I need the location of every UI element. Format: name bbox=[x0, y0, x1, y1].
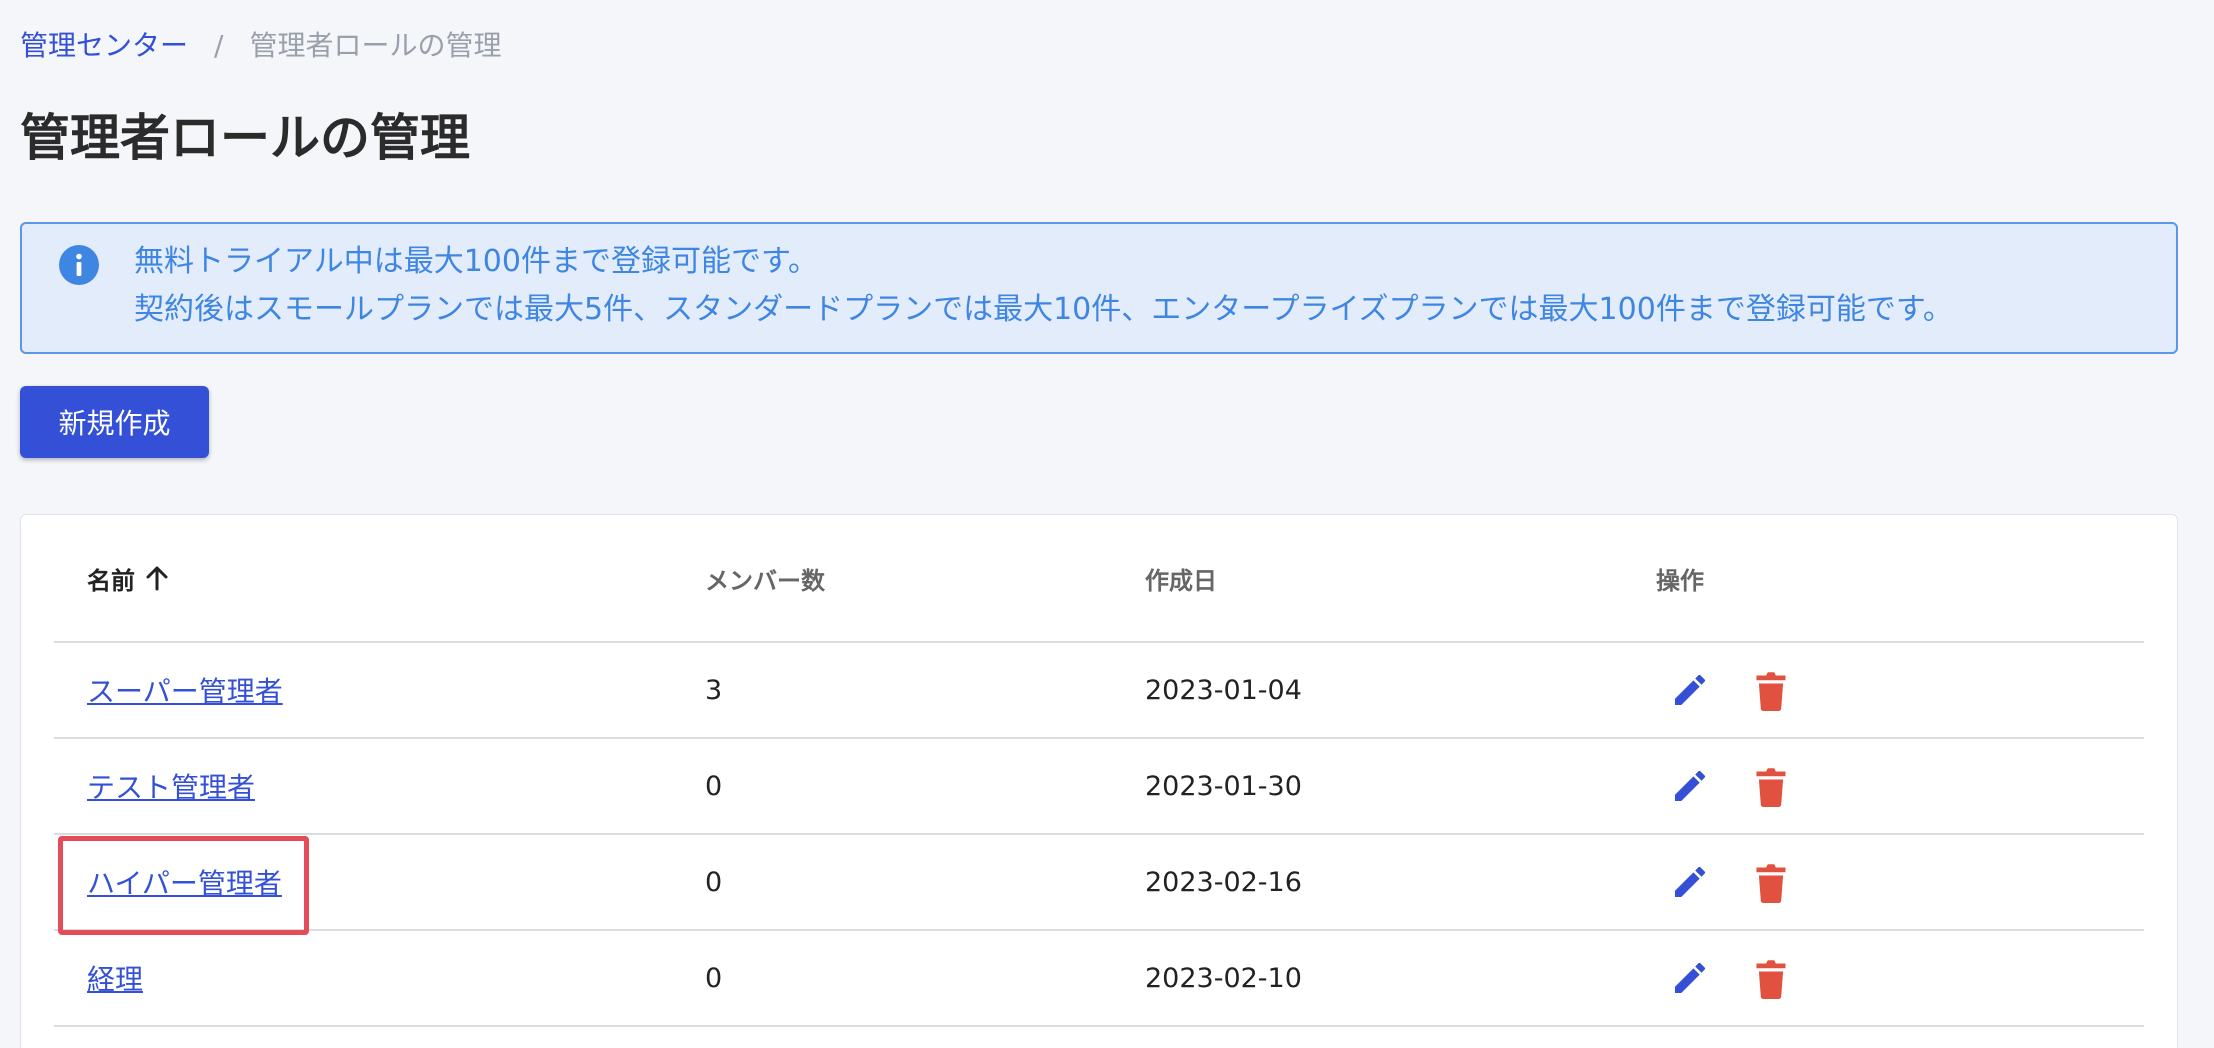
role-name-link[interactable]: スーパー管理者 bbox=[87, 670, 283, 710]
info-notice-text: 無料トライアル中は最大100件まで登録可能です。 契約後はスモールプランでは最大… bbox=[134, 238, 1953, 334]
table-row: ハイパー管理者 0 2023-02-16 bbox=[54, 835, 2144, 931]
role-name-link[interactable]: テスト管理者 bbox=[87, 766, 255, 806]
created-date: 2023-01-30 bbox=[1145, 770, 1302, 802]
roles-table: 名前 メンバー数 作成日 操作 スーパー管理者 3 2023-01-04 テスト… bbox=[20, 514, 2178, 1048]
trash-icon bbox=[1756, 672, 1786, 711]
info-notice-line-1: 無料トライアル中は最大100件まで登録可能です。 bbox=[134, 244, 818, 279]
delete-button[interactable] bbox=[1747, 666, 1795, 714]
pencil-icon bbox=[1675, 674, 1706, 705]
pencil-icon bbox=[1675, 866, 1706, 897]
header-members: メンバー数 bbox=[705, 566, 825, 595]
breadcrumb: 管理センター / 管理者ロールの管理 bbox=[20, 26, 501, 66]
trash-icon bbox=[1756, 864, 1786, 903]
info-notice-line-2: 契約後はスモールプランでは最大5件、スタンダードプランでは最大10件、エンタープ… bbox=[134, 292, 1953, 327]
header-created: 作成日 bbox=[1145, 566, 1217, 595]
info-icon bbox=[59, 245, 99, 285]
breadcrumb-home-link[interactable]: 管理センター bbox=[20, 26, 188, 66]
table-header-row: 名前 メンバー数 作成日 操作 bbox=[54, 515, 2144, 643]
page-title: 管理者ロールの管理 bbox=[20, 109, 470, 167]
table-row: スーパー管理者 3 2023-01-04 bbox=[54, 643, 2144, 739]
table-row: 経理 0 2023-02-10 bbox=[54, 931, 2144, 1027]
created-date: 2023-02-10 bbox=[1145, 962, 1302, 994]
admin-roles-page: 管理センター / 管理者ロールの管理 管理者ロールの管理 無料トライアル中は最大… bbox=[0, 0, 2214, 1048]
edit-button[interactable] bbox=[1666, 954, 1714, 1002]
edit-button[interactable] bbox=[1666, 666, 1714, 714]
member-count: 0 bbox=[705, 962, 723, 994]
member-count: 3 bbox=[705, 674, 723, 706]
edit-button[interactable] bbox=[1666, 762, 1714, 810]
pencil-icon bbox=[1675, 962, 1706, 993]
pencil-icon bbox=[1675, 770, 1706, 801]
arrow-up-icon bbox=[146, 566, 168, 591]
breadcrumb-current: 管理者ロールの管理 bbox=[249, 29, 502, 62]
trash-icon bbox=[1756, 960, 1786, 999]
trash-icon bbox=[1756, 768, 1786, 807]
header-actions: 操作 bbox=[1656, 566, 1704, 595]
created-date: 2023-01-04 bbox=[1145, 674, 1302, 706]
role-name-link[interactable]: 経理 bbox=[87, 958, 143, 998]
member-count: 0 bbox=[705, 770, 723, 802]
create-new-button[interactable]: 新規作成 bbox=[20, 386, 209, 458]
delete-button[interactable] bbox=[1747, 858, 1795, 906]
header-name[interactable]: 名前 bbox=[87, 515, 169, 641]
edit-button[interactable] bbox=[1666, 858, 1714, 906]
header-name-label: 名前 bbox=[87, 566, 135, 595]
table-row: テスト管理者 0 2023-01-30 bbox=[54, 739, 2144, 835]
member-count: 0 bbox=[705, 866, 723, 898]
delete-button[interactable] bbox=[1747, 954, 1795, 1002]
role-name-link[interactable]: ハイパー管理者 bbox=[87, 862, 282, 902]
delete-button[interactable] bbox=[1747, 762, 1795, 810]
created-date: 2023-02-16 bbox=[1145, 866, 1302, 898]
info-notice: 無料トライアル中は最大100件まで登録可能です。 契約後はスモールプランでは最大… bbox=[20, 222, 2178, 354]
breadcrumb-separator: / bbox=[214, 29, 224, 62]
